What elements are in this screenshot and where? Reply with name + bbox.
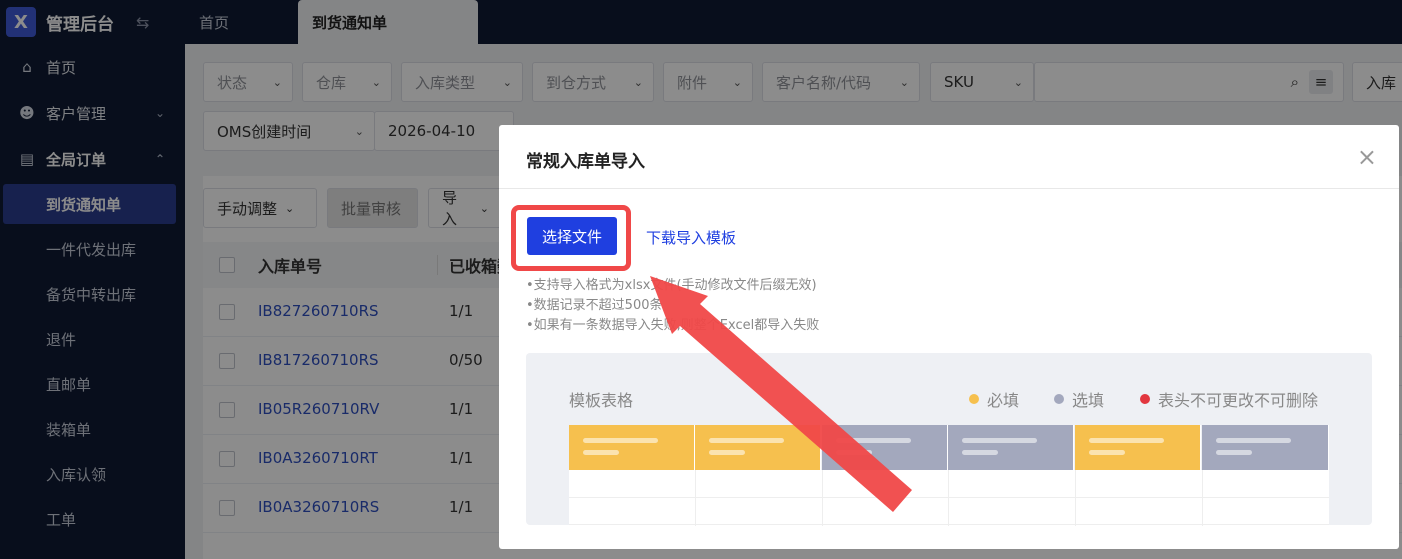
dot-icon [1054,394,1064,404]
template-preview: 模板表格 必填 选填 表头不可更改不可删除 [526,353,1372,526]
template-table [569,425,1329,526]
template-col-optional [822,425,948,470]
tip-line: •如果有一条数据导入失败,则整个Excel都导入失败 [526,318,820,333]
template-title: 模板表格 [569,391,634,410]
tip-line: •数据记录不超过500条 [526,298,663,313]
template-col-required [569,425,695,470]
modal-header: 常规入库单导入 × [499,125,1399,189]
template-col-required [1075,425,1201,470]
template-col-optional [1202,425,1329,470]
download-template-link[interactable]: 下载导入模板 [646,227,736,248]
template-col-required [695,425,821,470]
legend-locked: 表头不可更改不可删除 [1140,387,1318,411]
template-row [569,470,1329,498]
dot-icon [1140,394,1150,404]
legend-required: 必填 [969,387,1019,411]
tip-line: •支持导入格式为xlsx文件(手动修改文件后缀无效) [526,278,817,293]
import-modal: 常规入库单导入 × 选择文件 下载导入模板 •支持导入格式为xlsx文件(手动修… [499,125,1399,549]
annotation-highlight-box [511,205,631,271]
legend-optional: 选填 [1054,387,1104,411]
modal-title: 常规入库单导入 [526,152,645,172]
import-tips: •支持导入格式为xlsx文件(手动修改文件后缀无效) •数据记录不超过500条 … [526,276,819,336]
close-icon[interactable]: × [1357,143,1377,171]
template-row [569,498,1329,526]
dot-icon [969,394,979,404]
template-col-optional [948,425,1074,470]
